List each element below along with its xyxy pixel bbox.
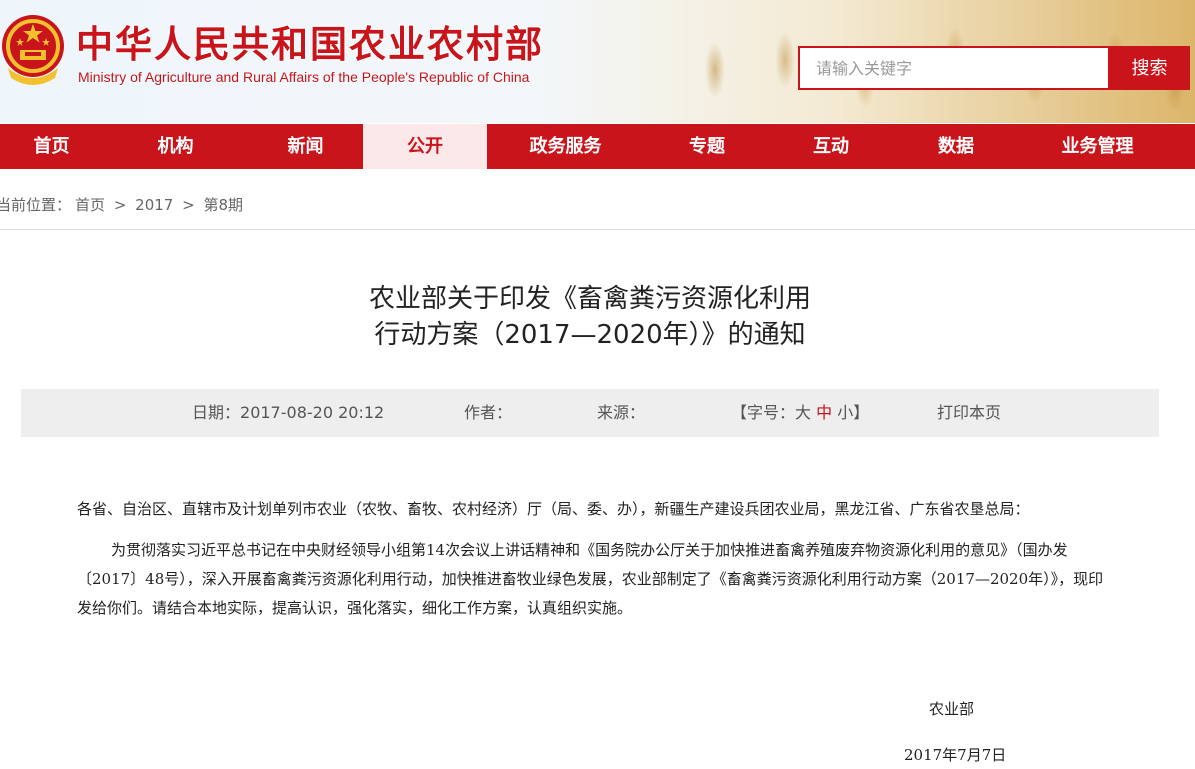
nav-item-organization[interactable]: 机构 bbox=[103, 124, 248, 169]
nav-item-disclosure[interactable]: 公开 bbox=[363, 124, 487, 169]
font-size-control: 【字号：大 中 小】 bbox=[731, 389, 869, 437]
meta-date-label: 日期： bbox=[192, 403, 241, 422]
article-title: 农业部关于印发《畜禽粪污资源化利用 行动方案（2017—2020年）》的通知 bbox=[300, 281, 880, 353]
site-subtitle: Ministry of Agriculture and Rural Affair… bbox=[78, 69, 530, 85]
site-header: 中华人民共和国农业农村部 Ministry of Agriculture and… bbox=[0, 0, 1195, 123]
nav-item-interaction[interactable]: 互动 bbox=[770, 124, 892, 169]
article-title-line2: 行动方案（2017—2020年）》的通知 bbox=[374, 320, 806, 350]
search-button[interactable]: 搜索 bbox=[1109, 46, 1190, 90]
article-meta-bar: 日期：2017-08-20 20:12 作者： 来源： 【字号：大 中 小】 打… bbox=[21, 389, 1159, 437]
main-nav: 首页 机构 新闻 公开 政务服务 专题 互动 数据 业务管理 bbox=[0, 124, 1195, 169]
breadcrumb-home[interactable]: 首页 bbox=[75, 196, 105, 214]
breadcrumb-prefix: 当前位置： bbox=[0, 196, 72, 214]
nav-item-business-management[interactable]: 业务管理 bbox=[1020, 124, 1175, 169]
nav-item-government-services[interactable]: 政务服务 bbox=[487, 124, 644, 169]
nav-item-data[interactable]: 数据 bbox=[892, 124, 1020, 169]
breadcrumb-separator: > bbox=[113, 196, 127, 214]
meta-date: 日期：2017-08-20 20:12 bbox=[192, 389, 384, 437]
signature-date: 2017年7月7日 bbox=[904, 746, 1007, 764]
nav-item-topics[interactable]: 专题 bbox=[644, 124, 770, 169]
nav-item-home[interactable]: 首页 bbox=[0, 124, 103, 169]
search-input[interactable] bbox=[798, 46, 1110, 90]
meta-source-label: 来源： bbox=[597, 403, 646, 422]
font-size-close: 】 bbox=[853, 403, 870, 422]
breadcrumb-year[interactable]: 2017 bbox=[135, 196, 173, 214]
meta-date-value: 2017-08-20 20:12 bbox=[240, 403, 385, 422]
meta-author-label: 作者： bbox=[464, 403, 513, 422]
national-emblem-icon[interactable] bbox=[0, 8, 66, 86]
font-size-small-link[interactable]: 小 bbox=[837, 403, 853, 422]
breadcrumb-issue[interactable]: 第8期 bbox=[204, 196, 244, 214]
signature-org: 农业部 bbox=[929, 700, 975, 718]
article-title-line1: 农业部关于印发《畜禽粪污资源化利用 bbox=[368, 284, 811, 314]
breadcrumb: 当前位置： 首页 > 2017 > 第8期 bbox=[0, 194, 247, 215]
article-body: 各省、自治区、直辖市及计划单列市农业（农牧、畜牧、农村经济）厅（局、委、办），新… bbox=[77, 495, 1117, 623]
nav-item-news[interactable]: 新闻 bbox=[248, 124, 363, 169]
font-size-open: 【字号： bbox=[731, 403, 796, 422]
article-paragraph: 为贯彻落实习近平总书记在中央财经领导小组第14次会议上讲话精神和《国务院办公厅关… bbox=[77, 541, 1104, 617]
print-page-link[interactable]: 打印本页 bbox=[937, 389, 1001, 437]
font-size-medium-link[interactable]: 中 bbox=[816, 403, 832, 422]
font-size-large-link[interactable]: 大 bbox=[795, 403, 811, 422]
site-title: 中华人民共和国农业农村部 bbox=[76, 22, 544, 66]
article-salutation: 各省、自治区、直辖市及计划单列市农业（农牧、畜牧、农村经济）厅（局、委、办），新… bbox=[77, 500, 1030, 518]
breadcrumb-separator: > bbox=[182, 196, 195, 214]
divider bbox=[0, 229, 1195, 230]
